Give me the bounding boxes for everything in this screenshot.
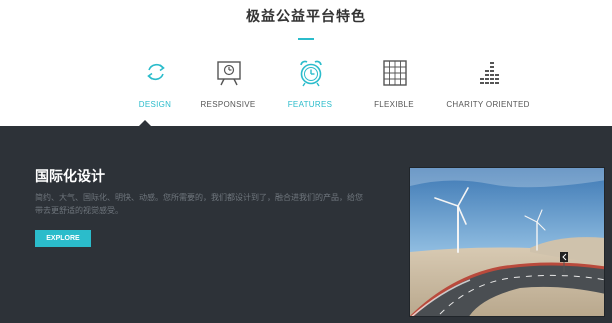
explore-button[interactable]: EXPLORE [35,230,91,247]
tab-responsive-label: RESPONSIVE [200,100,256,109]
tab-features-label: FEATURES [287,100,333,109]
tab-features[interactable]: FEATURES [265,56,355,116]
title-underline [298,38,314,40]
tab-flexible[interactable]: FLEXIBLE [349,56,439,116]
landscape-photo [410,168,604,316]
tab-charity-oriented-label: CHARITY ORIENTED [446,100,530,109]
panel-description: 简约、大气、国际化、明快、动感。您所需要的，我们都设计到了，融合进我们的产品，给… [35,193,363,215]
alarm-clock-icon [300,60,322,87]
section-title: 极益公益平台特色 [246,9,366,25]
equalizer-icon [480,62,499,84]
features-header: 极益公益平台特色 DESIGN RESPONSIVE FEATURES FLEX… [0,0,612,127]
feature-tabs: DESIGN RESPONSIVE FEATURES FLEXIBLE CHAR… [110,56,550,116]
tab-charity-oriented[interactable]: CHARITY ORIENTED [443,56,533,116]
refresh-icon [147,63,165,81]
wind-turbine-road-image [409,167,605,317]
feature-panel: 国际化设计 简约、大气、国际化、明快、动感。您所需要的，我们都设计到了，融合进我… [0,126,612,323]
tab-responsive[interactable]: RESPONSIVE [183,56,273,116]
grid-icon [383,60,407,86]
tab-flexible-label: FLEXIBLE [374,100,414,109]
panel-heading: 国际化设计 [35,169,105,185]
presentation-board-icon [217,61,241,86]
